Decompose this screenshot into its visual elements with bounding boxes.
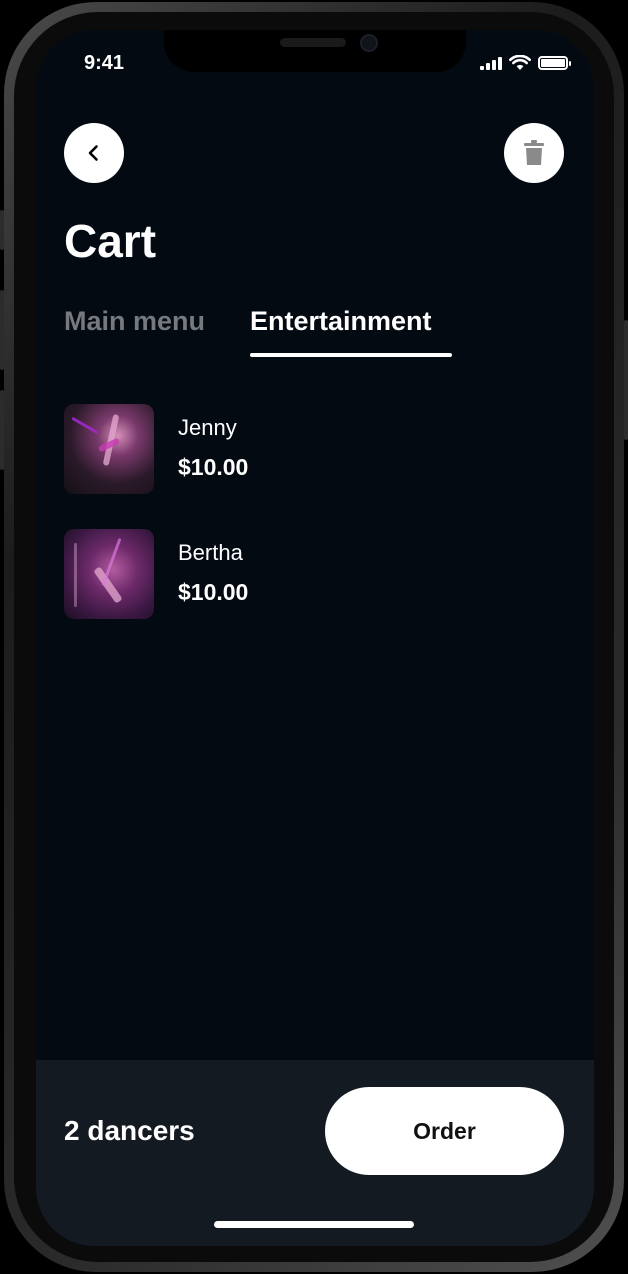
active-tab-indicator bbox=[250, 353, 452, 357]
wifi-icon bbox=[509, 55, 531, 70]
cellular-signal-icon bbox=[480, 56, 502, 70]
status-icons bbox=[480, 55, 571, 71]
app-screen: 9:41 Cart Main menu Entertainment Jenny … bbox=[36, 30, 594, 1246]
cart-item[interactable]: Bertha $10.00 bbox=[64, 529, 544, 619]
volume-up-button bbox=[0, 290, 4, 370]
item-name: Bertha bbox=[178, 540, 243, 565]
status-time: 9:41 bbox=[84, 52, 125, 74]
page-title: Cart bbox=[64, 215, 157, 267]
dancer-photo bbox=[64, 529, 154, 619]
dancer-photo bbox=[64, 404, 154, 494]
battery-icon bbox=[538, 56, 571, 70]
volume-down-button bbox=[0, 390, 4, 470]
dancer-count: 2 dancers bbox=[64, 1115, 195, 1146]
item-price: $10.00 bbox=[178, 579, 249, 605]
trash-icon bbox=[524, 140, 544, 165]
checkout-bar: 2 dancers Order bbox=[36, 1060, 594, 1246]
mute-switch bbox=[0, 210, 4, 250]
clear-cart-button[interactable] bbox=[504, 123, 564, 183]
notch bbox=[164, 30, 466, 72]
item-price: $10.00 bbox=[178, 454, 249, 480]
back-button[interactable] bbox=[64, 123, 124, 183]
front-camera bbox=[360, 34, 378, 52]
home-indicator[interactable] bbox=[214, 1221, 414, 1228]
power-button bbox=[624, 320, 628, 440]
tab-main-menu[interactable]: Main menu bbox=[64, 306, 205, 337]
chevron-left-icon bbox=[88, 145, 98, 161]
tab-entertainment[interactable]: Entertainment bbox=[250, 306, 432, 337]
speaker-grille bbox=[280, 38, 346, 47]
item-name: Jenny bbox=[178, 415, 237, 440]
cart-item[interactable]: Jenny $10.00 bbox=[64, 404, 544, 494]
order-button[interactable]: Order bbox=[325, 1087, 564, 1175]
